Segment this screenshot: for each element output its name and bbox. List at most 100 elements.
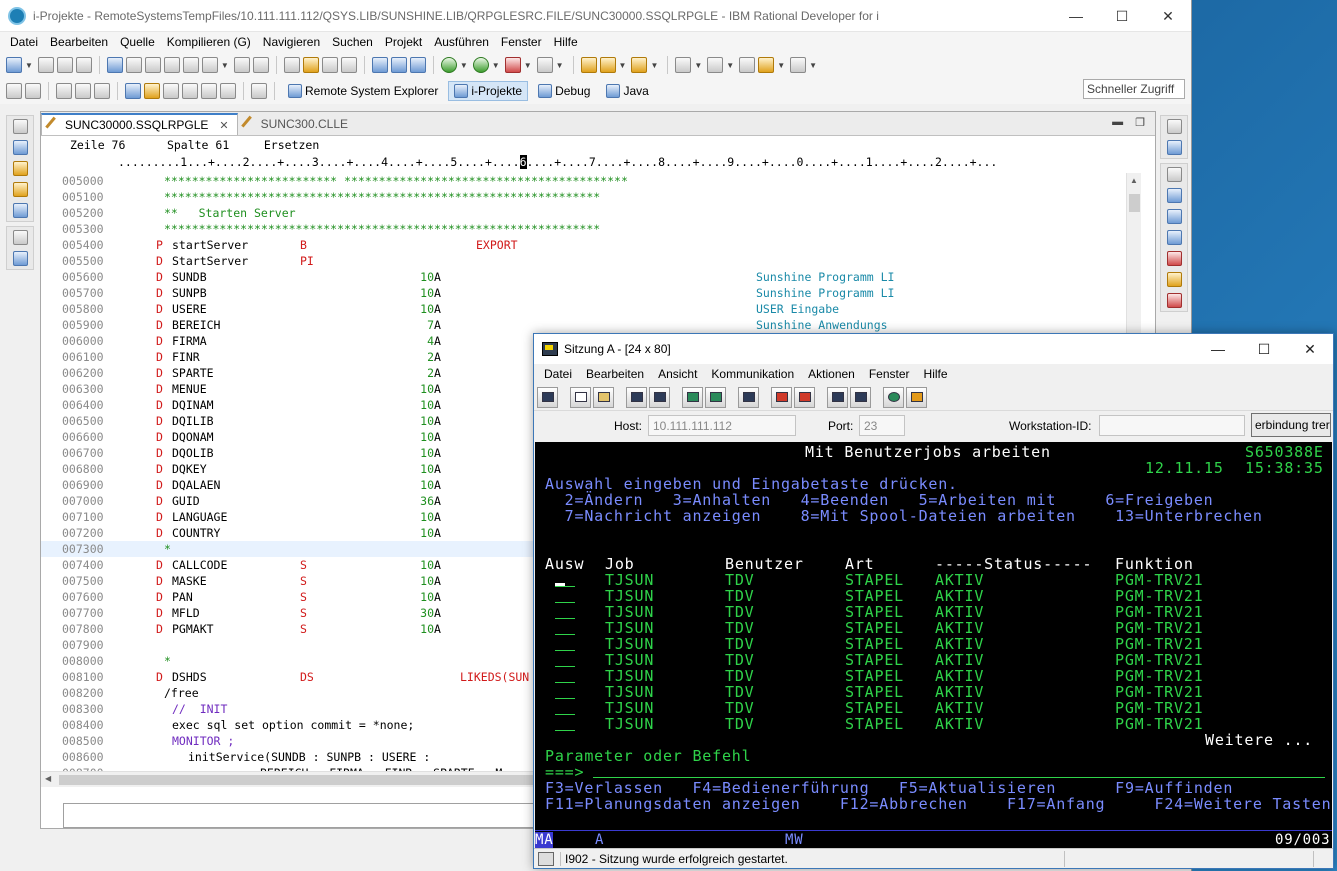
tasks-icon[interactable] [201,83,217,99]
minimize-icon[interactable]: — [1195,334,1241,364]
port-field[interactable]: 23 [859,415,905,436]
option-input-field[interactable] [555,618,575,619]
step-into-icon[interactable] [201,57,218,73]
terminate-icon[interactable] [163,57,180,73]
last-edit-icon[interactable] [739,57,756,73]
paste-icon[interactable] [593,386,614,408]
play-icon[interactable] [94,83,110,99]
option-input-field[interactable] [555,634,575,635]
code-line[interactable]: 005900 D BEREICH 7 A Sunshine Anwendungs [41,317,1126,333]
scrollbar-thumb[interactable] [1129,194,1140,212]
keyboard-icon[interactable] [738,386,759,408]
perspective-button[interactable]: Remote System Explorer [282,81,444,101]
run-icon[interactable] [472,57,489,73]
remote-systems-icon[interactable] [12,140,28,155]
chevron-down-icon[interactable]: ▼ [524,61,532,70]
perspective-button[interactable]: i-Projekte [448,81,529,101]
maximize-icon[interactable]: ☐ [1099,0,1145,32]
redo-icon[interactable] [340,57,357,73]
menu-item[interactable]: Bearbeiten [579,367,651,381]
save-icon[interactable] [37,57,54,73]
editor-tab[interactable]: SUNC30000.SSQLRPGLE ✕ [41,113,238,135]
object-table-icon[interactable] [12,203,28,218]
coverage-icon[interactable] [536,57,553,73]
chevron-down-icon[interactable]: ▼ [460,61,468,70]
menu-item[interactable]: Suchen [326,35,379,49]
folder-icon[interactable] [12,182,28,197]
menu-item[interactable]: Kompilieren (G) [161,35,257,49]
filter-icon[interactable] [182,83,198,99]
globe-icon[interactable] [883,386,904,408]
editor-tab[interactable]: SUNC300.CLLE [238,113,356,135]
send-file-icon[interactable] [626,386,647,408]
restore-icon[interactable] [12,230,28,245]
connect-button[interactable]: erbindung trer [1251,413,1331,437]
chevron-down-icon[interactable]: ▼ [726,61,734,70]
commands-log-icon[interactable] [1166,209,1182,224]
print-icon[interactable] [75,57,92,73]
copy-icon[interactable] [570,386,591,408]
play-macro-icon[interactable] [827,386,848,408]
menu-item[interactable]: Kommunikation [704,367,801,381]
highlight-icon[interactable] [580,57,597,73]
macro-list-icon[interactable] [850,386,871,408]
option-input-field[interactable] [555,730,575,731]
chevron-down-icon[interactable]: ▼ [809,61,817,70]
pin-icon[interactable] [631,57,648,73]
restore-icon[interactable] [1166,167,1182,182]
wsid-field[interactable] [1099,415,1245,436]
option-input-field[interactable] [555,698,575,699]
menu-item[interactable]: Fenster [862,367,917,381]
minimize-icon[interactable]: ▬ [1112,116,1123,129]
connect-icon[interactable] [906,386,927,408]
option-input-field[interactable] [555,602,575,603]
menu-item[interactable]: Quelle [114,35,161,49]
code-line[interactable]: 005500 D StartServer PI [41,253,1126,269]
menu-item[interactable]: Datei [537,367,579,381]
format-icon[interactable] [283,57,300,73]
menu-item[interactable]: Bearbeiten [44,35,114,49]
resume-icon[interactable] [125,57,142,73]
minimize-icon[interactable]: — [1053,0,1099,32]
command-entry-field[interactable] [593,777,1325,778]
sort-icon[interactable] [163,83,179,99]
menu-item[interactable]: Hilfe [548,35,584,49]
menu-item[interactable]: Navigieren [257,35,326,49]
menu-item[interactable]: Ausführen [428,35,495,49]
build-icon[interactable] [390,57,407,73]
menu-item[interactable]: Fenster [495,35,548,49]
step-return-icon[interactable] [252,57,269,73]
back-icon[interactable] [758,57,775,73]
restore-icon[interactable] [12,119,28,134]
next-annotation-icon[interactable] [675,57,692,73]
push-icon[interactable] [409,57,426,73]
code-line[interactable]: 005300 **********************************… [41,221,1126,237]
print-screen-icon[interactable] [537,386,558,408]
structure-icon[interactable] [144,83,160,99]
step-over-icon[interactable] [233,57,250,73]
filter-icon[interactable] [302,57,319,73]
table-view-icon[interactable] [12,251,28,266]
external-tools-icon[interactable] [504,57,521,73]
receive-file-icon[interactable] [649,386,670,408]
scrollbar-thumb[interactable] [59,775,535,785]
display-icon[interactable] [682,386,703,408]
compile-icon[interactable] [371,57,388,73]
chevron-down-icon[interactable]: ▼ [556,61,564,70]
tasks-view-icon[interactable] [1166,230,1182,245]
chevron-down-icon[interactable]: ▼ [221,61,229,70]
host-field[interactable]: 10.111.111.112 [648,415,796,436]
menu-item[interactable]: Ansicht [651,367,704,381]
back-icon[interactable] [6,83,22,99]
console-icon[interactable] [1166,293,1182,308]
properties-icon[interactable] [1166,188,1182,203]
chevron-down-icon[interactable]: ▼ [492,61,500,70]
debug-icon[interactable] [440,57,457,73]
save-all-icon[interactable] [56,57,73,73]
binary-icon[interactable] [106,57,123,73]
suspend-icon[interactable] [144,57,161,73]
perspective-button[interactable]: Java [600,81,654,101]
code-line[interactable]: 005100 **********************************… [41,189,1126,205]
scroll-left-icon[interactable]: ◀ [45,774,51,783]
open-perspective-icon[interactable] [251,83,267,99]
